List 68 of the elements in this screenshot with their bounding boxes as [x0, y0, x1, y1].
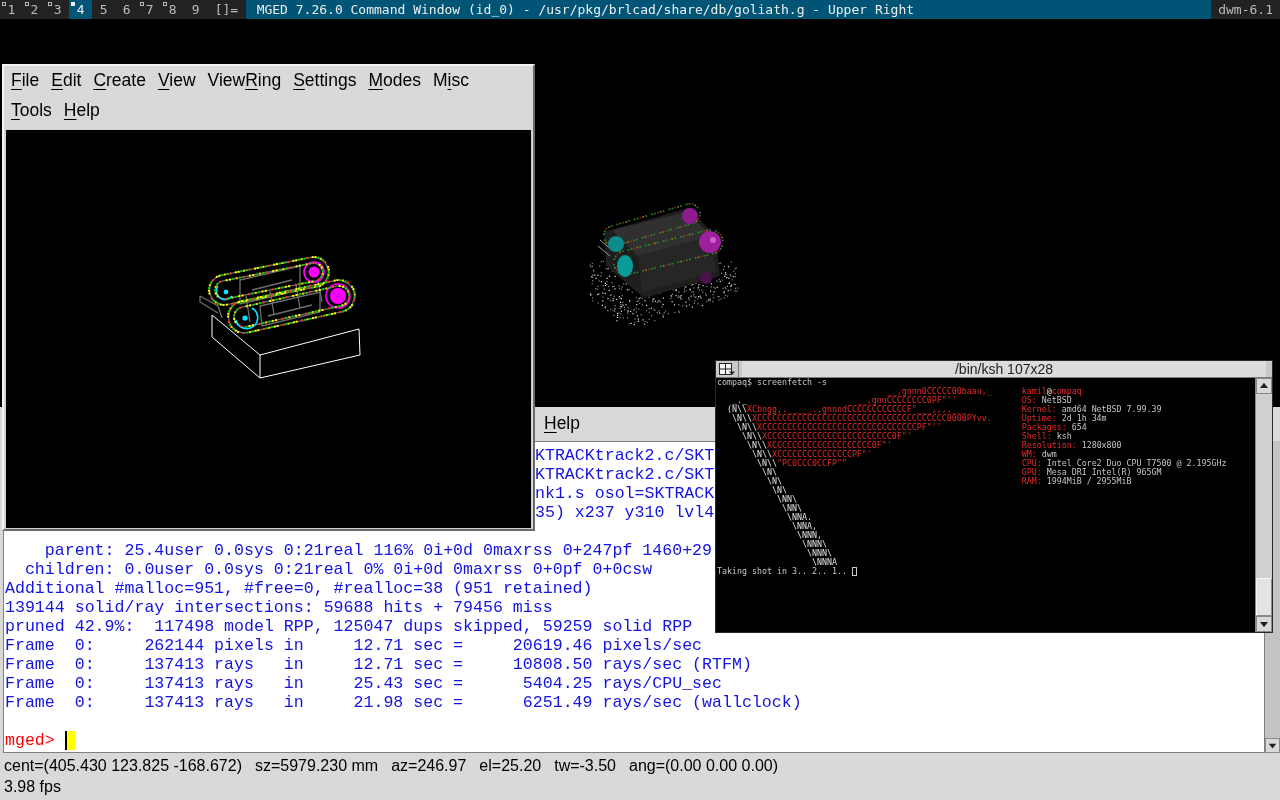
- command-line: compaq$ screenfetch -s: [717, 378, 827, 387]
- menu-item[interactable]: Help: [538, 411, 586, 437]
- view-parameter: tw=-3.50: [554, 756, 616, 776]
- command-prompt: mged>: [5, 731, 55, 750]
- info-value: Mesa DRI Intel(R) 965GM: [1046, 468, 1162, 477]
- shell-message: Taking shot in 3.. 2.. 1..: [717, 567, 847, 576]
- arrow-down-icon[interactable]: [1265, 738, 1280, 753]
- output-line: 139144 solid/ray intersections: 59688 hits + 79456 miss: [5, 598, 553, 617]
- menu-item[interactable]: Edit: [45, 68, 88, 94]
- output-line: Frame 0: 137413 rays in 25.43 sec = 5404.25 rays/CPU_sec: [5, 674, 722, 693]
- menu-item[interactable]: Settings: [287, 68, 363, 94]
- info-value: 2d 1h 34m: [1061, 414, 1107, 423]
- output-line: Frame 0: 137413 rays in 21.98 sec = 6251.49 rays/sec (wallclock): [5, 693, 802, 712]
- info-value: dwm: [1041, 450, 1057, 459]
- scrollbar-thumb[interactable]: [1256, 578, 1272, 616]
- output-line: Frame 0: 262144 pixels in 12.71 sec = 20619.46 pixels/sec: [5, 636, 703, 655]
- ascii-logo: __,gnnn0CCCCC00baau,_ _._ __,gnnCCCCCCCC0PF"'' (N\\XCbngg,._____.,gnnndCCCCCCCCCCCCF"___,,,,___ \N\\XCCCCCCCCCCCCCCCCCCCCCCCCCCCCCCCCCCCCCC0000PYvv. \N\\XCCCCCCCCCCCCCCCCCCCCCCCCCCCCCCCPF"'' \N\\XCCCCCCCCCCCCCCCCCCCCCCCCC0F"' \N\\XCCCCCCCCCCCCCCCCCCCC0F"' \N\\XCCCCCCCCCCCCCCCPF"' \N\\"PC0CCC0CCFP"" \N\ \N\ \N\ \NN\ \NN\ \NNA. \NNA, \NNN, \NNN\ \NNN\ \NNNA: [727, 387, 992, 567]
- view-parameter: el=25.20: [479, 756, 542, 776]
- arrow-up-icon[interactable]: [1256, 378, 1272, 394]
- info-label: Packages:: [1021, 423, 1067, 432]
- menu-item[interactable]: File: [5, 68, 46, 94]
- output-line: pruned 42.9%: 117498 model RPP, 125047 dups skipped, 59259 solid RPP: [5, 617, 693, 636]
- view-parameter: ang=(0.00 0.00 0.00): [629, 756, 778, 776]
- view-parameter: cent=(405.430 123.825 -168.672): [4, 756, 242, 776]
- menu-item[interactable]: Modes: [362, 68, 427, 94]
- output-line: KTRACKtrack2.c/SKT: [535, 446, 715, 465]
- info-label: GPU:: [1021, 468, 1042, 477]
- menu-item[interactable]: Tools: [5, 98, 58, 124]
- scrollbar[interactable]: [1255, 378, 1272, 632]
- info-label: Uptime:: [1021, 414, 1057, 423]
- info-label: RAM:: [1021, 477, 1042, 486]
- output-line: 35) x237 y310 lvl4: [535, 503, 715, 522]
- menu-item[interactable]: Create: [87, 68, 152, 94]
- info-value: amd64 NetBSD 7.99.39: [1061, 405, 1162, 414]
- output-line: KTRACKtrack2.c/SKT: [535, 465, 715, 484]
- info-value: 1994MiB / 2955MiB: [1046, 477, 1132, 486]
- menu-item[interactable]: ViewRing: [201, 68, 288, 94]
- view-parameter: az=246.97: [391, 756, 467, 776]
- info-label: CPU:: [1021, 459, 1042, 468]
- output-line: children: 0.0user 0.0sys 0:21real 0% 0i+0d 0maxrss 0+0pf 0+0csw: [23, 560, 653, 579]
- user-at-host: kamil@compaq: [1021, 387, 1082, 396]
- terminal-title: /bin/ksh 107x28: [742, 361, 1266, 377]
- info-label: Resolution:: [1021, 441, 1077, 450]
- grid-icon[interactable]: [718, 362, 736, 376]
- status-text: dwm-6.1: [1217, 1, 1274, 19]
- text-cursor-icon: [851, 567, 857, 576]
- info-label: Kernel:: [1021, 405, 1057, 414]
- window-title: MGED 7.26.0 Command Window (id_0) - /usr/pkg/brlcad/share/db/goliath.g - Upper Right: [245, 0, 1212, 19]
- info-label: OS:: [1021, 396, 1037, 405]
- arrow-down-icon[interactable]: [1256, 616, 1272, 632]
- output-line: parent: 25.4user 0.0sys 0:21real 116% 0i+0d 0maxrss 0+247pf 1460+29: [43, 541, 712, 560]
- info-value: Intel Core2 Duo CPU T7500 @ 2.195GHz: [1046, 459, 1227, 468]
- output-line: Frame 0: 137413 rays in 12.71 sec = 10808.50 rays/sec (RTFM): [5, 655, 752, 674]
- menu-item[interactable]: Help: [57, 98, 106, 124]
- output-line: Additional #malloc=951, #free=0, #realloc=38 (951 retained): [5, 579, 593, 598]
- menu-item[interactable]: Misc: [426, 68, 475, 94]
- workspace-tag[interactable]: 4: [69, 0, 93, 19]
- text-cursor-icon: [64, 731, 75, 750]
- info-value: 654: [1071, 423, 1087, 432]
- output-line: nk1.s osol=SKTRACK: [535, 484, 715, 503]
- info-value: 1280x800: [1081, 441, 1122, 450]
- view-parameter: sz=5979.230 mm: [254, 756, 379, 776]
- menu-item[interactable]: View: [151, 68, 202, 94]
- info-label: WM:: [1021, 450, 1037, 459]
- info-value: ksh: [1056, 432, 1072, 441]
- info-value: NetBSD: [1041, 396, 1072, 405]
- info-label: Shell:: [1021, 432, 1052, 441]
- frame-rate: 3.98 fps: [4, 777, 61, 797]
